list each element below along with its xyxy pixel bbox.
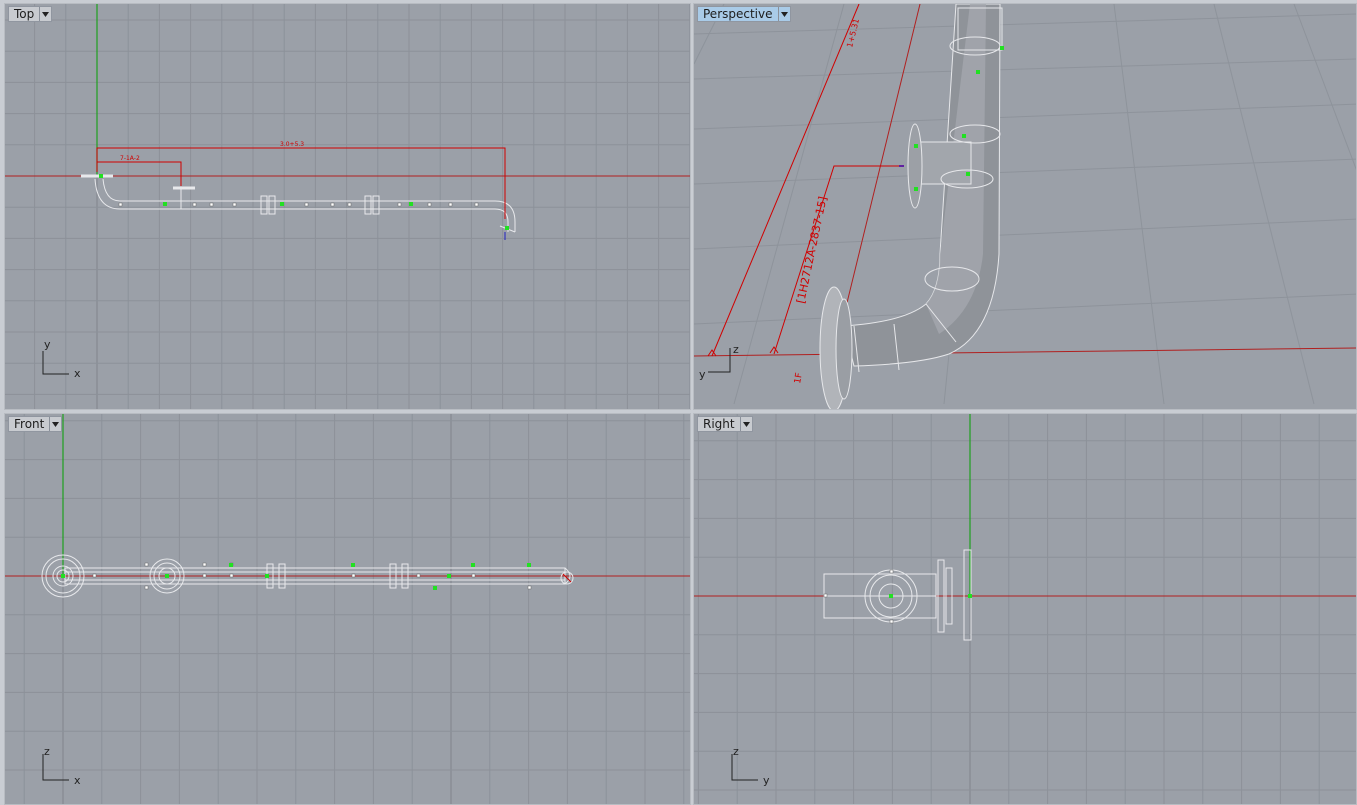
axis-gizmo: y x: [42, 338, 81, 380]
dimension-label-main: [1H2712A-2837-15]: [794, 195, 829, 304]
viewport-right[interactable]: Right z y: [693, 413, 1357, 805]
grid: [5, 414, 690, 804]
viewport-tab-top[interactable]: Top: [8, 6, 53, 22]
viewport-title: Right: [703, 417, 735, 431]
grid: [694, 414, 1356, 804]
gizmo-h-label: x: [74, 774, 81, 787]
selected-points: [99, 174, 509, 230]
viewport-menu-arrow-icon[interactable]: [39, 7, 51, 21]
gizmo-v-label: y: [44, 338, 51, 351]
perspective-grid: [694, 4, 1356, 405]
front-view-canvas[interactable]: z x: [5, 414, 691, 805]
viewport-menu-arrow-icon[interactable]: [739, 417, 752, 431]
dimension-label-short: 7-1A-2: [120, 155, 140, 162]
viewport-title: Front: [14, 417, 45, 431]
axis-gizmo: z y: [699, 343, 739, 381]
viewport-tab-front[interactable]: Front: [8, 416, 63, 432]
gizmo-v-label: z: [44, 745, 50, 758]
viewport-front[interactable]: Front z x: [4, 413, 691, 805]
viewport-menu-arrow-icon[interactable]: [777, 7, 790, 21]
right-view-canvas[interactable]: z y: [694, 414, 1357, 805]
viewport-perspective[interactable]: Perspective [1H2712A-2837-15] 1+5.31 1F …: [693, 3, 1357, 410]
pipe-shaded: [819, 4, 1003, 409]
top-view-canvas[interactable]: 3.0+5.3 7-1A-2 y x: [5, 4, 691, 410]
control-points: [118, 202, 479, 207]
gizmo-h-label: y: [699, 368, 706, 381]
dimension-label-lower: 1F: [793, 372, 805, 384]
gizmo-h-label: x: [74, 367, 81, 380]
viewport-title: Top: [14, 7, 35, 21]
dimension-label-long: 3.0+5.3: [280, 141, 304, 148]
dimension-label-upper: 1+5.31: [845, 18, 861, 49]
axis-gizmo: z x: [42, 745, 81, 787]
viewport-tab-perspective[interactable]: Perspective: [697, 6, 791, 22]
perspective-view-canvas[interactable]: [1H2712A-2837-15] 1+5.31 1F z y: [694, 4, 1357, 410]
gizmo-v-label: z: [733, 745, 739, 758]
pipe-wireframe: [823, 549, 972, 641]
grid: [5, 4, 690, 409]
x-axis-line: [694, 347, 1356, 357]
viewport-top[interactable]: Top 3.0+5.3 7-1A-2 y x: [4, 3, 691, 410]
viewport-tab-right[interactable]: Right: [697, 416, 753, 432]
gizmo-v-label: z: [733, 343, 739, 356]
gizmo-h-label: y: [763, 774, 770, 787]
viewport-menu-arrow-icon[interactable]: [49, 417, 61, 431]
dimension-lines: [96, 147, 506, 219]
viewport-title: Perspective: [703, 7, 773, 21]
